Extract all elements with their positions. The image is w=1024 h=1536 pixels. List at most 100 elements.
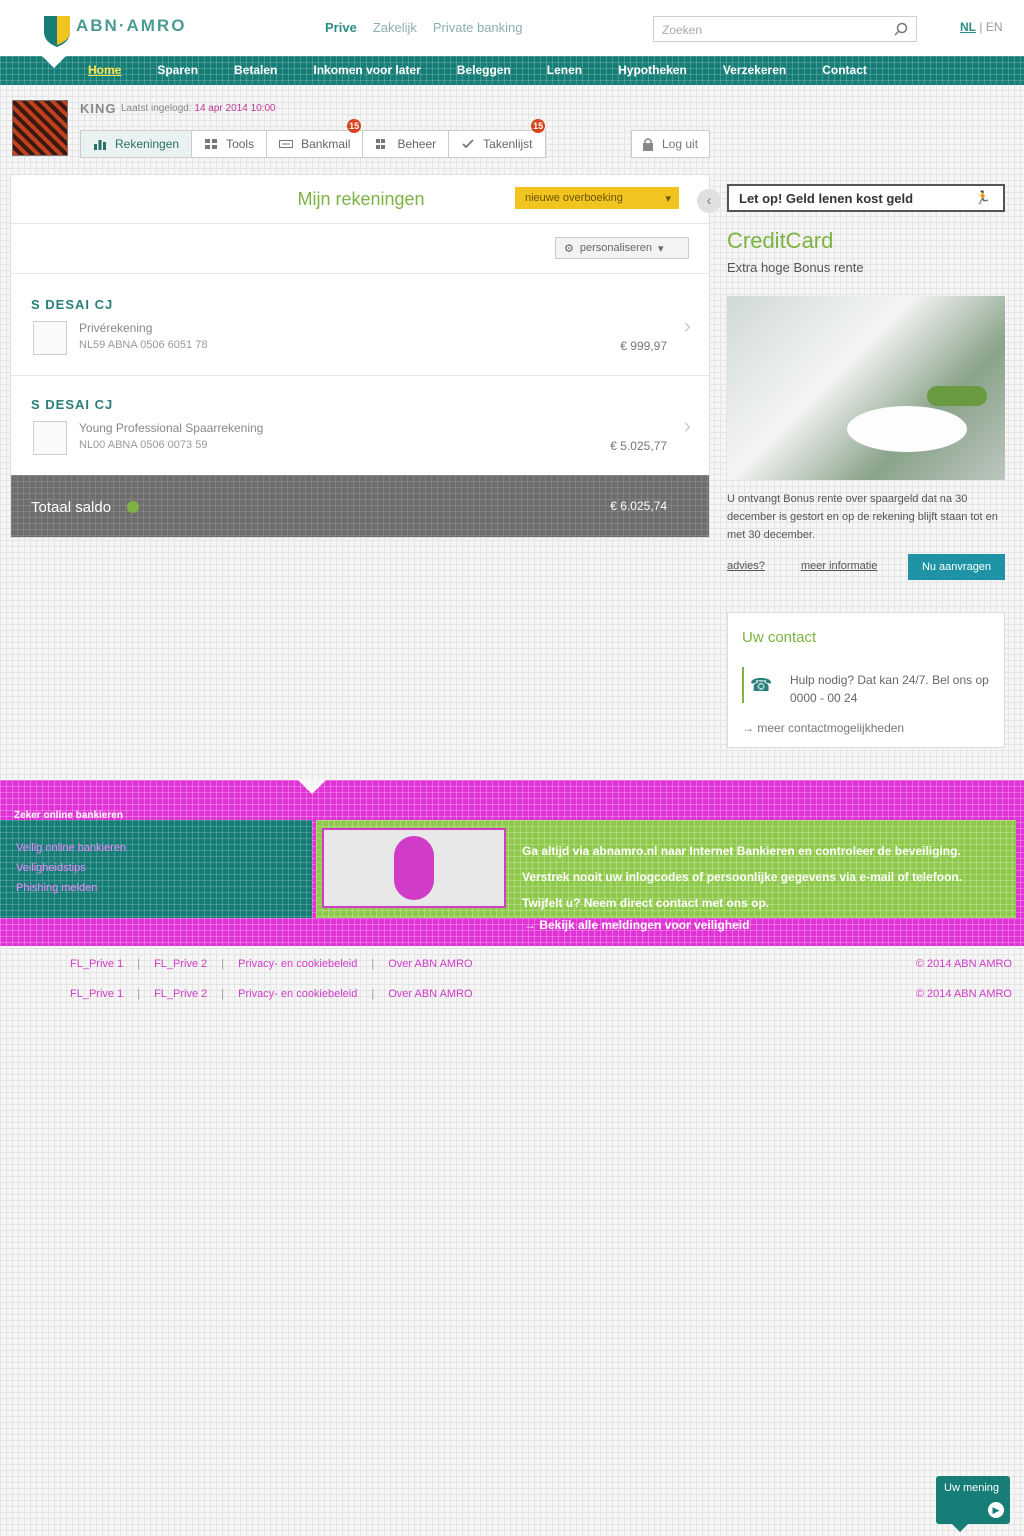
account-type: Privérekening — [79, 321, 153, 335]
new-transfer-label: nieuwe overboeking — [525, 192, 623, 204]
footer-pointer — [298, 780, 326, 794]
contact-title: Uw contact — [742, 629, 817, 646]
segment-prive[interactable]: Prive — [325, 20, 357, 35]
sliders-icon — [376, 139, 386, 149]
separator: | — [221, 988, 225, 1000]
divider — [11, 223, 709, 224]
feedback-label: Uw mening — [944, 1482, 1000, 1494]
abn-amro-logo[interactable]: ABN·AMRO — [42, 14, 184, 48]
bottom-link[interactable]: Over ABN AMRO — [388, 988, 472, 1000]
separator: | — [371, 958, 375, 970]
logout-label: Log uit — [662, 137, 699, 151]
segment-nav: Prive Zakelijk Private banking — [325, 20, 523, 35]
tab-beheer[interactable]: Beheer — [363, 131, 450, 157]
chevron-right-icon: › — [683, 413, 691, 438]
bottom-link[interactable]: Over ABN AMRO — [388, 958, 472, 970]
checkmark-icon — [462, 139, 474, 149]
banner-text: Let op! Geld lenen kost geld — [739, 191, 914, 206]
nav-betalen[interactable]: Betalen — [234, 63, 277, 77]
lang-en[interactable]: EN — [986, 20, 1003, 34]
plate-shape — [847, 406, 967, 452]
nav-verzekeren[interactable]: Verzekeren — [723, 63, 786, 77]
more-info-link[interactable]: meer informatie — [801, 560, 877, 572]
separator: | — [137, 958, 141, 970]
footer-link[interactable]: Veiligheidstips — [16, 862, 126, 874]
contact-text: Hulp nodig? Dat kan 24/7. Bel ons op 000… — [790, 673, 989, 705]
promo-actions: advies? meer informatie Nu aanvragen — [727, 554, 1005, 580]
more-contact-label: meer contactmogelijkheden — [757, 721, 905, 735]
account-amount: € 999,97 — [620, 339, 667, 353]
bottom-links-row: FL_Prive 1 | FL_Prive 2 | Privacy- en co… — [0, 950, 1024, 980]
segment-private-banking[interactable]: Private banking — [433, 20, 523, 35]
account-iban: NL00 ABNA 0506 0073 59 — [79, 439, 208, 451]
figure-shape — [394, 836, 434, 900]
tab-tools[interactable]: Tools — [192, 131, 268, 157]
nav-inkomen-voor-later[interactable]: Inkomen voor later — [313, 63, 420, 77]
search-icon[interactable] — [894, 22, 908, 36]
lang-nl[interactable]: NL — [960, 20, 976, 34]
phone-icon-box: ☎ — [742, 667, 772, 703]
total-balance-bar: Totaal saldo € 6.025,74 — [11, 475, 709, 537]
tab-label: Takenlijst — [483, 137, 533, 151]
shield-logo-icon — [44, 16, 70, 47]
creditcard-subtitle: Extra hoge Bonus rente — [727, 260, 864, 275]
chevron-down-icon: ▾ — [665, 193, 671, 205]
collapse-panel-button[interactable]: ‹ — [697, 189, 721, 213]
lang-separator: | — [979, 20, 983, 34]
personalize-button[interactable]: ⚙ personaliseren ▾ — [555, 237, 689, 259]
bottom-link[interactable]: FL_Prive 1 — [70, 988, 123, 1000]
apply-button[interactable]: Nu aanvragen — [908, 554, 1005, 580]
account-type: Young Professional Spaarrekening — [79, 421, 264, 435]
separator: | — [371, 988, 375, 1000]
footer-link[interactable]: Veilig online bankieren — [16, 842, 126, 854]
nav-lenen[interactable]: Lenen — [547, 63, 582, 77]
more-contact-link[interactable]: → meer contactmogelijkheden — [742, 721, 904, 735]
bottom-link[interactable]: Privacy- en cookiebeleid — [238, 988, 357, 1000]
nav-home[interactable]: Home — [88, 63, 121, 77]
language-switch: NL | EN — [960, 20, 1002, 34]
avatar[interactable] — [12, 100, 68, 156]
grid-icon — [205, 139, 218, 149]
bottom-links-row: FL_Prive 1 | FL_Prive 2 | Privacy- en co… — [0, 980, 1024, 1010]
search-input[interactable]: Zoeken — [653, 16, 917, 42]
info-icon[interactable] — [127, 501, 139, 513]
nav-beleggen[interactable]: Beleggen — [457, 63, 511, 77]
tab-label: Bankmail — [301, 137, 351, 151]
nav-pointer — [42, 56, 66, 68]
tab-label: Beheer — [397, 137, 437, 151]
segment-zakelijk[interactable]: Zakelijk — [373, 20, 417, 35]
divider — [11, 273, 709, 274]
keyboard-icon — [279, 140, 294, 148]
running-man-icon: 🏃 — [974, 190, 991, 205]
loan-warning-banner: Let op! Geld lenen kost geld 🏃 — [727, 184, 1005, 212]
bottom-link[interactable]: FL_Prive 2 — [154, 988, 207, 1000]
tab-label: Tools — [226, 137, 255, 151]
tab-takenlijst[interactable]: Takenlijst 15 — [449, 119, 546, 157]
play-icon: ▶ — [988, 1502, 1004, 1518]
phone-icon: ☎ — [750, 675, 773, 695]
account-row[interactable]: S DESAI CJ Privérekening NL59 ABNA 0506 … — [11, 275, 709, 375]
footer-promo-link[interactable]: → Bekijk alle meldingen voor veiligheid — [524, 918, 749, 932]
chevron-down-icon: ▾ — [658, 242, 664, 255]
total-label: Totaal saldo — [31, 499, 112, 516]
separator: | — [221, 958, 225, 970]
nav-sparen[interactable]: Sparen — [157, 63, 198, 77]
bottom-link[interactable]: FL_Prive 2 — [154, 958, 207, 970]
bottom-link[interactable]: Privacy- en cookiebeleid — [238, 958, 357, 970]
logout-button[interactable]: Log uit — [631, 130, 710, 158]
footer-link[interactable]: Phishing melden — [16, 882, 126, 894]
advice-link[interactable]: advies? — [727, 560, 765, 572]
feedback-widget[interactable]: Uw mening ▶ — [936, 1476, 1010, 1524]
footer-promo: Ga altijd via abnamro.nl naar Internet B… — [316, 820, 1016, 918]
tab-bankmail[interactable]: Bankmail 15 — [267, 119, 364, 157]
tab-rekeningen[interactable]: Rekeningen — [81, 131, 193, 157]
bottom-link[interactable]: FL_Prive 1 — [70, 958, 123, 970]
account-row[interactable]: S DESAI CJ Young Professional Spaarreken… — [11, 375, 709, 475]
promo-image — [727, 296, 1005, 480]
separator: | — [137, 988, 141, 1000]
nav-hypotheken[interactable]: Hypotheken — [618, 63, 687, 77]
new-transfer-dropdown[interactable]: nieuwe overboeking ▾ — [515, 187, 679, 209]
nav-contact[interactable]: Contact — [822, 63, 867, 77]
accounts-panel: Mijn rekeningen nieuwe overboeking ▾ ‹ ⚙… — [10, 174, 721, 538]
username: KING — [80, 101, 117, 116]
